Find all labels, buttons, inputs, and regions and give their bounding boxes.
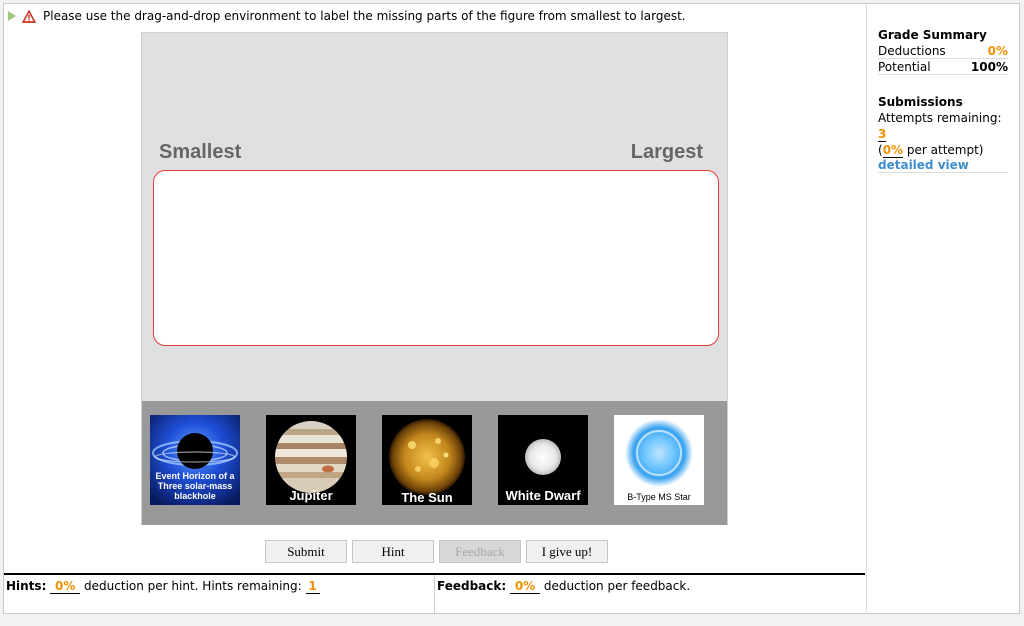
white-dwarf-label: White Dwarf [505,488,581,503]
feedback-deduction-value: 0% [510,579,540,594]
potential-value: 100% [970,59,1008,74]
question-header: Please use the drag-and-drop environment… [6,8,686,24]
detailed-view-link[interactable]: detailed view [878,158,1008,173]
deductions-row: Deductions 0% [878,43,1008,59]
submit-button[interactable]: Submit [265,540,347,563]
warning-icon [22,9,36,23]
feedback-text: deduction per feedback. [543,579,691,593]
hints-feedback-bar: Hints: 0% deduction per hint. Hints rema… [4,573,865,613]
potential-row: Potential 100% [878,59,1008,75]
card-tray: Event Horizon of a Three solar-mass blac… [142,401,727,525]
drag-drop-stage: Smallest Largest Event Horizon of a Thre… [141,32,728,525]
hints-panel: Hints: 0% deduction per hint. Hints rema… [4,575,435,613]
sun-label: The Sun [401,490,453,505]
feedback-button[interactable]: Feedback [439,540,521,563]
feedback-panel: Feedback: 0% deduction per feedback. [435,575,865,613]
submissions-title: Submissions [878,95,963,109]
deductions-label: Deductions [878,43,946,58]
sun-card[interactable]: The Sun [382,415,472,505]
drop-zone[interactable] [153,170,719,346]
attempts-value: 3 [878,127,887,142]
question-instructions: Please use the drag-and-drop environment… [43,9,686,23]
b-type-star-label: B-Type MS Star [627,492,691,502]
attempts-label: Attempts remaining: [878,111,1002,125]
per-attempt-text: per attempt) [906,143,984,157]
button-row: Submit Hint Feedback I give up! [265,540,613,563]
b-type-star-card[interactable]: B-Type MS Star [614,415,704,505]
event-horizon-label: Event Horizon of a Three solar-mass blac… [155,471,235,501]
per-attempt-line: (0% per attempt) [878,143,984,158]
submissions: Submissions Attempts remaining: 3 (0% pe… [878,95,1008,173]
smallest-label: Smallest [159,141,242,163]
give-up-button[interactable]: I give up! [526,540,608,563]
jupiter-card[interactable]: Jupiter [266,415,356,505]
play-icon[interactable] [8,11,16,21]
deductions-value: 0% [987,43,1008,58]
largest-label: Largest [630,141,703,163]
white-dwarf-card[interactable]: White Dwarf [498,415,588,505]
hints-label: Hints: [6,579,47,593]
grade-summary: Grade Summary Deductions 0% Potential 10… [878,28,1008,75]
sidebar: Grade Summary Deductions 0% Potential 10… [866,4,1019,614]
event-horizon-card[interactable]: Event Horizon of a Three solar-mass blac… [150,415,240,505]
hint-button[interactable]: Hint [352,540,434,563]
feedback-label: Feedback: [437,579,507,593]
hints-remaining-value: 1 [305,579,320,594]
grade-summary-title: Grade Summary [878,28,987,42]
hints-text: deduction per hint. Hints remaining: [84,579,302,593]
attempts-line: Attempts remaining: 3 [878,110,1008,142]
potential-label: Potential [878,59,931,74]
jupiter-label: Jupiter [289,488,333,503]
per-attempt-value: 0% [882,143,904,158]
hint-deduction-value: 0% [50,579,81,594]
